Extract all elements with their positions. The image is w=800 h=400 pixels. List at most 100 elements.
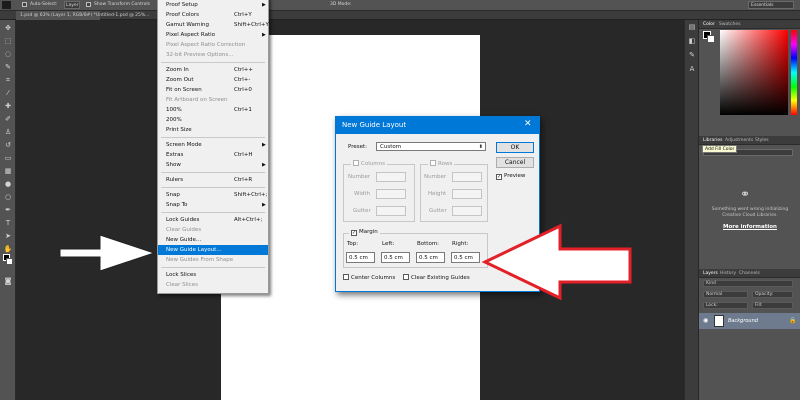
preview-checkbox[interactable]: ✓ Preview — [496, 173, 525, 180]
doc-tab-2[interactable]: Untitled-1.psd @ 25%... — [92, 11, 153, 20]
gradient-tool-icon[interactable]: ▦ — [3, 166, 13, 176]
menu-item-shortcut: Ctrl+H — [234, 152, 253, 158]
show-transform-label: Show Transform Controls — [94, 2, 150, 7]
tab-layers[interactable]: Layers — [703, 271, 718, 276]
quick-select-tool-icon[interactable]: ✎ — [3, 62, 13, 72]
rows-checkbox[interactable]: Rows — [428, 160, 455, 168]
doc-tab-1[interactable]: 1.psd @ 63% (Layer 1, RGB/8#) * — [16, 11, 100, 20]
menu-item-shortcut: Ctrl+- — [234, 77, 251, 83]
library-error-message: Something went wrong initializing Creati… — [711, 207, 789, 218]
menu-item[interactable]: Rulers Ctrl+R — [158, 175, 268, 185]
auto-select-target-dropdown[interactable]: Layer — [64, 1, 80, 9]
menu-item[interactable]: Proof Colors Ctrl+Y — [158, 10, 268, 20]
healing-brush-icon[interactable]: ✚ — [3, 101, 13, 111]
workspace-dropdown[interactable]: Essentials — [748, 1, 794, 9]
preset-select[interactable]: Custom ⬍ — [376, 142, 486, 151]
ok-button[interactable]: OK — [496, 142, 534, 153]
hue-slider[interactable] — [791, 30, 797, 115]
auto-select-checkbox[interactable] — [22, 2, 27, 7]
clear-existing-guides-checkbox[interactable]: Clear Existing Guides — [403, 274, 470, 281]
crop-tool-icon[interactable]: ⌗ — [3, 75, 13, 85]
columns-checkbox[interactable]: Columns — [351, 160, 387, 168]
columns-gutter-input[interactable] — [376, 206, 406, 216]
history-panel-icon[interactable]: ▤ — [687, 22, 697, 32]
color-picker-field[interactable] — [720, 30, 788, 115]
view-menu: Proof Setup ▶ Proof Colors Ctrl+Y Gamut Warn… — [157, 0, 269, 294]
tab-history[interactable]: History — [720, 271, 736, 276]
menu-item[interactable]: Lock Slices — [158, 270, 268, 280]
more-information-link[interactable]: More information — [704, 224, 796, 230]
fill-field[interactable]: Fill: — [752, 302, 793, 309]
tab-libraries[interactable]: Libraries — [703, 138, 722, 143]
show-transform-checkbox[interactable] — [86, 2, 91, 7]
menu-item[interactable]: Proof Setup ▶ — [158, 0, 268, 10]
quick-mask-icon[interactable]: ◙ — [3, 276, 13, 286]
lock-options[interactable]: Lock: — [703, 302, 748, 309]
eraser-tool-icon[interactable]: ▭ — [3, 153, 13, 163]
margin-right-input[interactable]: 0.5 cm — [451, 252, 480, 263]
rows-height-input[interactable] — [452, 189, 482, 199]
columns-number-input[interactable] — [376, 172, 406, 182]
menu-item[interactable]: Pixel Aspect Ratio ▶ — [158, 30, 268, 40]
tab-color[interactable]: Color — [703, 22, 715, 27]
move-tool-icon[interactable] — [2, 1, 11, 9]
tools-panel: ✥ ⬚ ◌ ✎ ⌗ ⁄ ✚ ✐ ♙ ↺ ▭ ▦ ● ○ ✒ T ➤ ✋ ◙ — [0, 20, 16, 400]
close-icon[interactable]: ✕ — [524, 119, 532, 129]
layer-filter-kind[interactable]: Kind — [703, 280, 793, 287]
menu-item[interactable]: 200% — [158, 115, 268, 125]
tab-channels[interactable]: Channels — [739, 271, 760, 276]
brush-panel-icon[interactable]: ✎ — [687, 50, 697, 60]
columns-width-input[interactable] — [376, 189, 406, 199]
menu-item[interactable]: Print Size — [158, 125, 268, 135]
menu-item[interactable]: Show ▶ — [158, 160, 268, 170]
history-brush-icon[interactable]: ↺ — [3, 140, 13, 150]
background-color-swatch[interactable] — [6, 258, 13, 265]
menu-item[interactable]: Gamut Warning Shift+Ctrl+Y — [158, 20, 269, 30]
clone-stamp-icon[interactable]: ♙ — [3, 127, 13, 137]
blend-mode-dropdown[interactable]: Normal — [703, 291, 748, 298]
menu-item[interactable]: Zoom In Ctrl++ — [158, 65, 268, 75]
path-select-tool-icon[interactable]: ➤ — [3, 231, 13, 241]
rows-gutter-input[interactable] — [452, 206, 482, 216]
brush-tool-icon[interactable]: ✐ — [3, 114, 13, 124]
dodge-tool-icon[interactable]: ○ — [3, 192, 13, 202]
tab-swatches[interactable]: Swatches — [719, 22, 741, 27]
eyedropper-tool-icon[interactable]: ⁄ — [3, 88, 13, 98]
margin-checkbox[interactable]: ✓ Margin — [349, 229, 380, 236]
cancel-button[interactable]: Cancel — [496, 157, 534, 168]
menu-item[interactable]: Fit on Screen Ctrl+0 — [158, 85, 268, 95]
tab-styles[interactable]: Styles — [755, 138, 769, 143]
dialog-title-bar[interactable]: New Guide Layout ✕ — [336, 117, 539, 134]
blur-tool-icon[interactable]: ● — [3, 179, 13, 189]
properties-panel-icon[interactable]: ◧ — [687, 36, 697, 46]
move-tool-icon[interactable]: ✥ — [3, 23, 13, 33]
opacity-field[interactable]: Opacity: — [752, 291, 793, 298]
submenu-arrow-icon: ▶ — [262, 142, 266, 148]
menu-item[interactable]: Screen Mode ▶ — [158, 140, 268, 150]
lasso-tool-icon[interactable]: ◌ — [3, 49, 13, 59]
rows-number-input[interactable] — [452, 172, 482, 182]
type-tool-icon[interactable]: T — [3, 218, 13, 228]
character-panel-icon[interactable]: A — [687, 64, 697, 74]
tab-adjustments[interactable]: Adjustments — [725, 138, 753, 143]
margin-bottom-input[interactable]: 0.5 cm — [416, 252, 445, 263]
hand-tool-icon[interactable]: ✋ — [3, 244, 13, 254]
columns-gutter-label: Gutter — [353, 208, 371, 214]
menu-item[interactable]: Lock Guides Alt+Ctrl+; — [158, 215, 268, 225]
menu-item[interactable]: New Guide Layout... — [158, 245, 268, 255]
menu-item[interactable]: Extras Ctrl+H — [158, 150, 268, 160]
menu-item[interactable]: Snap To ▶ — [158, 200, 268, 210]
menu-item[interactable]: 100% Ctrl+1 — [158, 105, 268, 115]
menu-item[interactable]: New Guide... — [158, 235, 268, 245]
visibility-eye-icon[interactable]: ◉ — [703, 317, 708, 324]
center-columns-checkbox[interactable]: Center Columns — [343, 274, 395, 281]
menu-item[interactable]: Zoom Out Ctrl+- — [158, 75, 268, 85]
marquee-tool-icon[interactable]: ⬚ — [3, 36, 13, 46]
color-panel-background-swatch[interactable] — [707, 35, 715, 43]
menu-item-label: New Guide... — [166, 237, 202, 243]
margin-left-input[interactable]: 0.5 cm — [381, 252, 410, 263]
pen-tool-icon[interactable]: ✒ — [3, 205, 13, 215]
margin-top-input[interactable]: 0.5 cm — [346, 252, 375, 263]
menu-item[interactable]: Snap Shift+Ctrl+; — [158, 190, 268, 200]
layer-row-background[interactable]: ◉ Background 🔒 — [699, 313, 800, 329]
